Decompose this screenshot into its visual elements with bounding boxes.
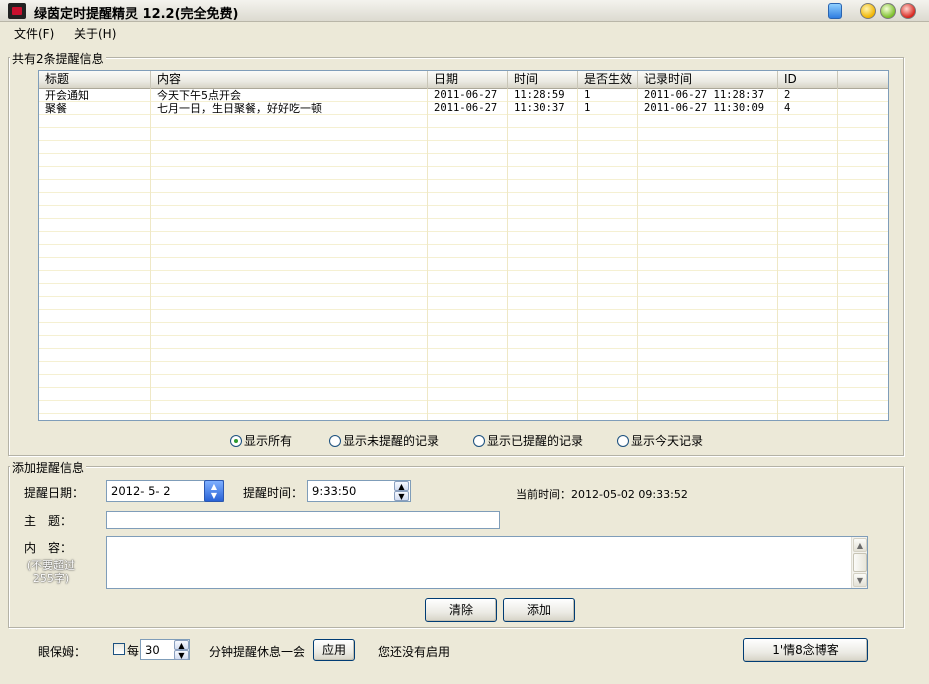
cell-title: 聚餐 [45, 102, 67, 115]
apply-button[interactable]: 应用 [313, 639, 355, 661]
blog-link-button[interactable]: 1'情8念博客 [743, 638, 868, 662]
column-header-time[interactable]: 时间 [508, 71, 578, 89]
every-label: 每 [127, 644, 140, 658]
radio-icon[interactable] [617, 435, 629, 447]
filter-label: 显示所有 [244, 434, 293, 448]
clear-button[interactable]: 清除 [425, 598, 497, 622]
column-divider [150, 89, 151, 420]
content-label: 内 容： [24, 541, 73, 555]
app-icon [8, 3, 26, 19]
date-spin-icon[interactable]: ▲ ▼ [204, 480, 224, 502]
column-header-content[interactable]: 内容 [151, 71, 428, 89]
cell-id: 2 [784, 89, 791, 101]
time-label: 提醒时间： [243, 486, 304, 500]
cell-record-time: 2011-06-27 11:30:09 [644, 102, 765, 114]
menu-about[interactable]: 关于(H) [74, 25, 116, 42]
add-button[interactable]: 添加 [503, 598, 575, 622]
column-divider [427, 89, 428, 420]
column-header-title[interactable]: 标题 [39, 71, 151, 89]
filter-show-unreminded[interactable]: 显示未提醒的记录 [329, 433, 439, 449]
records-group-title: 共有2条提醒信息 [10, 50, 106, 67]
content-textarea[interactable]: ▲ ▼ [106, 536, 868, 589]
radio-icon[interactable] [329, 435, 341, 447]
menu-bar: 文件(F) 关于(H) [0, 22, 929, 42]
filter-show-all[interactable]: 显示所有 [230, 433, 292, 449]
cell-date: 2011-06-27 [434, 89, 498, 101]
scroll-down-icon[interactable]: ▼ [853, 573, 867, 587]
time-down-icon[interactable]: ▼ [394, 491, 409, 501]
eye-care-label: 眼保姆： [38, 645, 87, 659]
filter-show-today[interactable]: 显示今天记录 [617, 433, 703, 449]
menu-file[interactable]: 文件(F) [14, 25, 54, 42]
radio-checked-icon[interactable] [230, 435, 242, 447]
filter-label: 显示今天记录 [631, 434, 704, 448]
subject-input[interactable] [106, 511, 500, 529]
eye-care-status: 您还没有启用 [378, 645, 451, 659]
cell-record-time: 2011-06-27 11:28:37 [644, 89, 765, 101]
cell-active: 1 [584, 89, 591, 101]
title-bar[interactable]: 绿茵定时提醒精灵 12.2(完全免费) [0, 0, 929, 22]
table-header: 标题 内容 日期 时间 是否生效 记录时间 ID [39, 71, 888, 89]
column-divider [837, 89, 838, 420]
filter-label: 显示已提醒的记录 [487, 434, 584, 448]
table-body: 开会通知 今天下午5点开会 2011-06-27 11:28:59 1 2011… [39, 89, 888, 420]
records-table[interactable]: 标题 内容 日期 时间 是否生效 记录时间 ID 开会通知 今天下午5点开会 2… [38, 70, 889, 421]
cell-content: 今天下午5点开会 [157, 89, 241, 102]
pin-icon[interactable] [828, 3, 842, 19]
add-reminder-group-title: 添加提醒信息 [10, 459, 87, 476]
minimize-button[interactable] [860, 3, 876, 19]
cell-title: 开会通知 [45, 89, 89, 102]
column-header-active[interactable]: 是否生效 [578, 71, 638, 89]
column-header-filler [838, 71, 888, 89]
content-length-hint: (不要超过255字) [26, 559, 76, 585]
cell-id: 4 [784, 102, 791, 114]
cell-date: 2011-06-27 [434, 102, 498, 114]
cell-active: 1 [584, 102, 591, 114]
column-divider [637, 89, 638, 420]
current-time: 当前时间：2012-05-02 09:33:52 [516, 488, 688, 501]
subject-label: 主 题： [24, 514, 73, 528]
window-title: 绿茵定时提醒精灵 12.2(完全免费) [34, 7, 239, 22]
minutes-up-icon[interactable]: ▲ [174, 640, 189, 650]
maximize-button[interactable] [880, 3, 896, 19]
scroll-up-icon[interactable]: ▲ [853, 538, 867, 552]
cell-time: 11:28:59 [514, 89, 565, 101]
close-button[interactable] [900, 3, 916, 19]
minutes-down-icon[interactable]: ▼ [174, 650, 189, 660]
column-header-id[interactable]: ID [778, 71, 838, 89]
filter-label: 显示未提醒的记录 [343, 434, 440, 448]
cell-content: 七月一日，生日聚餐，好好吃一顿 [157, 102, 322, 115]
radio-icon[interactable] [473, 435, 485, 447]
content-scrollbar[interactable]: ▲ ▼ [851, 537, 867, 588]
column-divider [507, 89, 508, 420]
column-divider [577, 89, 578, 420]
column-header-record-time[interactable]: 记录时间 [638, 71, 778, 89]
table-row[interactable]: 开会通知 今天下午5点开会 2011-06-27 11:28:59 1 2011… [39, 89, 888, 102]
filter-show-reminded[interactable]: 显示已提醒的记录 [473, 433, 583, 449]
table-row[interactable]: 聚餐 七月一日，生日聚餐，好好吃一顿 2011-06-27 11:30:37 1… [39, 102, 888, 115]
cell-time: 11:30:37 [514, 102, 565, 114]
column-divider [777, 89, 778, 420]
scroll-thumb[interactable] [853, 553, 867, 572]
eye-care-checkbox[interactable] [113, 643, 125, 655]
time-up-icon[interactable]: ▲ [394, 481, 409, 491]
column-header-date[interactable]: 日期 [428, 71, 508, 89]
eye-care-suffix: 分钟提醒休息一会 [209, 645, 306, 659]
date-label: 提醒日期： [24, 486, 85, 500]
